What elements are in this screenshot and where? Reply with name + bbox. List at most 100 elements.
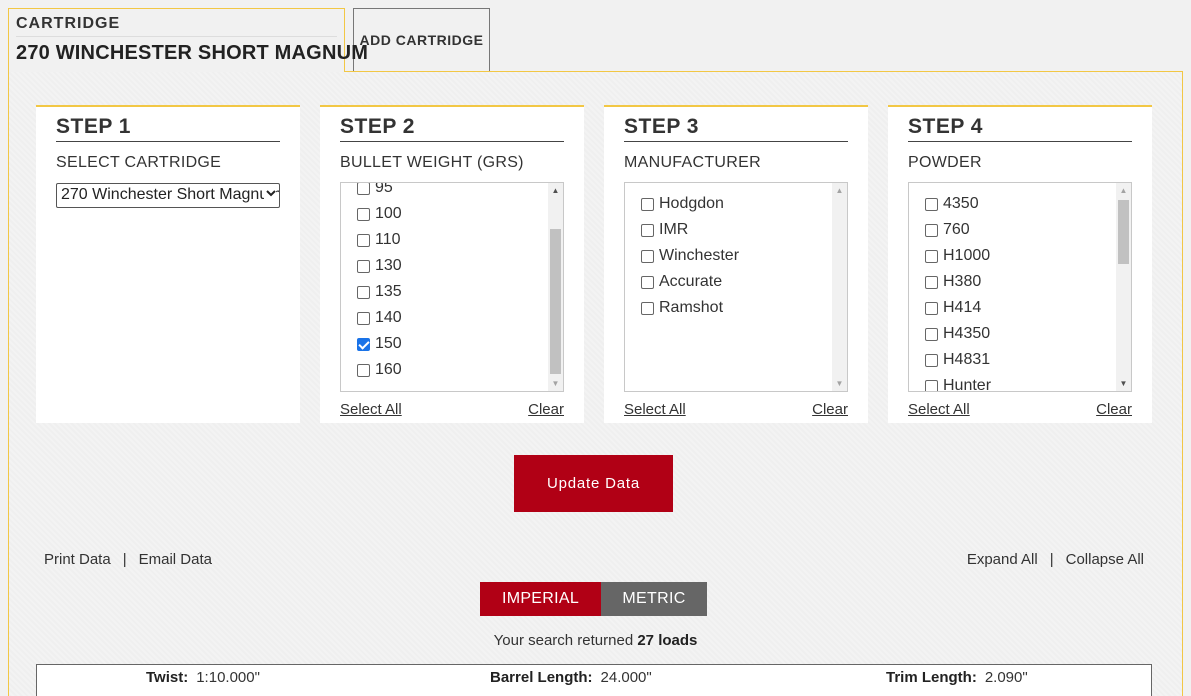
tab-cartridge-label: CARTRIDGE (16, 15, 337, 37)
checkbox[interactable] (925, 301, 938, 315)
imperial-toggle[interactable]: IMPERIAL (480, 582, 601, 616)
cartridge-select[interactable]: 270 Winchester Short Magnum (56, 183, 280, 208)
step-3-title: STEP 3 (624, 107, 848, 142)
step-2-links: Select All Clear (340, 401, 564, 418)
bullet-weight-option-label: 130 (375, 257, 402, 274)
select-all-manufacturers-link[interactable]: Select All (624, 401, 686, 418)
manufacturer-option[interactable]: Accurate (641, 269, 829, 295)
manufacturer-list[interactable]: Hodgdon IMR Winchester Accurate Ramshot ▲ ▼ (624, 182, 848, 392)
checkbox[interactable] (925, 327, 938, 341)
scroll-down-icon[interactable]: ▼ (1116, 376, 1131, 391)
bullet-weight-option-label: 150 (375, 335, 402, 352)
manufacturer-option[interactable]: Hodgdon (641, 191, 829, 217)
scroll-down-icon[interactable]: ▼ (548, 376, 563, 391)
powder-option[interactable]: Hunter (925, 373, 1113, 392)
step-2-subtitle: BULLET WEIGHT (GRS) (340, 154, 524, 171)
bullet-weight-option[interactable]: 150 (357, 331, 545, 357)
bullet-weight-list[interactable]: 95 100 110 130 135 140 150 160 ▲ ▼ (340, 182, 564, 392)
checkbox[interactable] (925, 197, 938, 211)
powder-option-label: H4350 (943, 325, 991, 342)
checkbox[interactable] (357, 285, 370, 299)
twist-label: Twist: (146, 669, 189, 686)
bullet-weight-option[interactable]: 140 (357, 305, 545, 331)
powder-option-label: Hunter (943, 377, 992, 392)
checkbox[interactable] (925, 379, 938, 391)
checkbox[interactable] (925, 275, 938, 289)
powder-option-label: H4831 (943, 351, 991, 368)
powder-list[interactable]: 4350 760 H1000 H380 H414 H4350 H4831 Hunter ▲ ▼ (908, 182, 1132, 392)
scroll-up-icon[interactable]: ▲ (832, 183, 847, 198)
select-all-weights-link[interactable]: Select All (340, 401, 402, 418)
manufacturer-items: Hodgdon IMR Winchester Accurate Ramshot (641, 191, 829, 321)
clear-powders-link[interactable]: Clear (1096, 401, 1132, 418)
bullet-weight-option[interactable]: 100 (357, 201, 545, 227)
checkbox[interactable] (925, 353, 938, 367)
step-1-subtitle: SELECT CARTRIDGE (56, 154, 222, 171)
powder-option[interactable]: 4350 (925, 191, 1113, 217)
powder-option-label: 4350 (943, 195, 979, 212)
step-2-title: STEP 2 (340, 107, 564, 142)
step-4-card: STEP 4 POWDER 4350 760 H1000 H380 H414 H4350 H… (888, 105, 1152, 423)
checkbox[interactable] (925, 249, 938, 263)
clear-weights-link[interactable]: Clear (528, 401, 564, 418)
powder-option[interactable]: H4831 (925, 347, 1113, 373)
bullet-weight-option-label: 110 (375, 231, 401, 248)
step-1-title: STEP 1 (56, 107, 280, 142)
checkbox[interactable] (641, 275, 654, 289)
print-data-link[interactable]: Print Data (44, 551, 111, 568)
expand-all-link[interactable]: Expand All (967, 551, 1038, 568)
powder-option[interactable]: 760 (925, 217, 1113, 243)
powder-option[interactable]: H1000 (925, 243, 1113, 269)
barrel-length-value: 24.000" (600, 669, 652, 686)
step-3-links: Select All Clear (624, 401, 848, 418)
bullet-weight-scrollbar[interactable]: ▲ ▼ (548, 183, 563, 391)
checkbox[interactable] (641, 301, 654, 315)
manufacturer-option[interactable]: Winchester (641, 243, 829, 269)
separator: | (122, 551, 127, 568)
update-data-button[interactable]: Update Data (514, 455, 673, 512)
manufacturer-scrollbar[interactable]: ▲ ▼ (832, 183, 847, 391)
manufacturer-option-label: IMR (659, 221, 689, 238)
checkbox[interactable] (925, 223, 938, 237)
bullet-weight-option[interactable]: 110 (357, 227, 545, 253)
checkbox[interactable] (357, 259, 370, 273)
clear-manufacturers-link[interactable]: Clear (812, 401, 848, 418)
checkbox[interactable] (357, 207, 370, 221)
step-3-card: STEP 3 MANUFACTURER Hodgdon IMR Winchester… (604, 105, 868, 423)
powder-option[interactable]: H414 (925, 295, 1113, 321)
scroll-down-icon[interactable]: ▼ (832, 376, 847, 391)
powder-option-label: H380 (943, 273, 982, 290)
bullet-weight-option[interactable]: 160 (357, 357, 545, 383)
bullet-weight-option-label: 140 (375, 309, 402, 326)
checkbox[interactable] (641, 223, 654, 237)
checkbox[interactable] (357, 311, 370, 325)
powder-scrollbar[interactable]: ▲ ▼ (1116, 183, 1131, 391)
scroll-thumb[interactable] (550, 229, 561, 374)
powder-option[interactable]: H380 (925, 269, 1113, 295)
scroll-thumb[interactable] (1118, 200, 1129, 264)
bullet-weight-option[interactable]: 130 (357, 253, 545, 279)
select-all-powders-link[interactable]: Select All (908, 401, 970, 418)
step-3-subtitle: MANUFACTURER (624, 154, 761, 171)
collapse-all-link[interactable]: Collapse All (1066, 551, 1144, 568)
checkbox[interactable] (641, 249, 654, 263)
manufacturer-option[interactable]: Ramshot (641, 295, 829, 321)
bullet-weight-option[interactable]: 135 (357, 279, 545, 305)
powder-option[interactable]: H4350 (925, 321, 1113, 347)
add-cartridge-tab[interactable]: ADD CARTRIDGE (353, 8, 490, 71)
scroll-up-icon[interactable]: ▲ (548, 183, 563, 198)
scroll-up-icon[interactable]: ▲ (1116, 183, 1131, 198)
checkbox[interactable] (357, 337, 370, 351)
manufacturer-option[interactable]: IMR (641, 217, 829, 243)
email-data-link[interactable]: Email Data (139, 551, 212, 568)
checkbox[interactable] (357, 363, 370, 377)
manufacturer-option-label: Hodgdon (659, 195, 724, 212)
export-links: Print Data | Email Data (44, 551, 212, 568)
bullet-weight-option[interactable]: 95 (357, 182, 545, 201)
checkbox[interactable] (357, 233, 370, 247)
tab-cartridge[interactable]: CARTRIDGE 270 WINCHESTER SHORT MAGNUM (8, 8, 368, 72)
checkbox[interactable] (641, 197, 654, 211)
checkbox[interactable] (357, 183, 370, 195)
bullet-weight-option-label: 95 (375, 182, 393, 196)
metric-toggle[interactable]: METRIC (601, 582, 707, 616)
